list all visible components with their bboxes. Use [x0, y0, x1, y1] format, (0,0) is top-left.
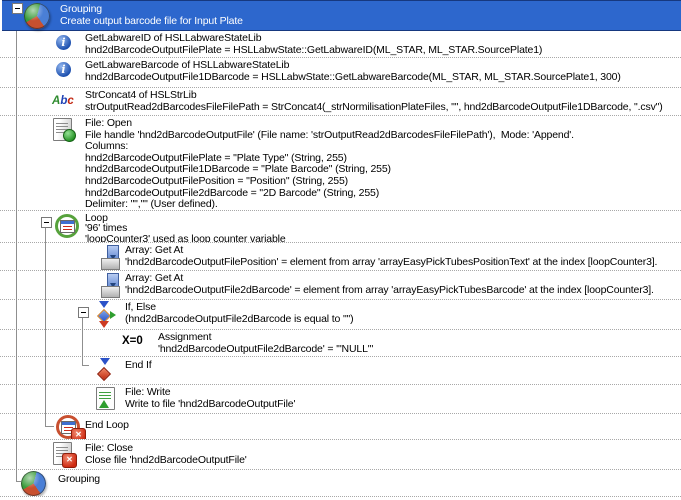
info-icon: i	[56, 62, 71, 77]
end-loop-row[interactable]: ✕ End Loop	[0, 414, 681, 440]
step-text: File: CloseClose file 'hnd2dBarcodeOutpu…	[85, 443, 247, 466]
step-text-line: File: Close	[85, 443, 247, 455]
step-text: File: OpenFile handle 'hnd2dBarcodeOutpu…	[85, 118, 574, 211]
if-else-icon	[96, 301, 116, 328]
end-if-row[interactable]: End If	[0, 357, 681, 385]
grouping-pie-icon	[24, 3, 50, 29]
file-write-icon	[96, 387, 115, 410]
assignment-row[interactable]: X=0 Assignment'hnd2dBarcodeOutputFile2dBa…	[0, 330, 681, 357]
step-text-line: 'loopCounter3' used as loop counter vari…	[85, 234, 286, 243]
tree-line-loop-elbow	[45, 426, 54, 427]
step-text: Loop'96' times'loopCounter3' used as loo…	[85, 213, 286, 243]
group-title: Grouping	[60, 4, 243, 16]
collapse-toggle-loop[interactable]	[41, 217, 52, 228]
array-icon	[99, 245, 122, 270]
step-text-line: End If	[125, 360, 152, 372]
group-description: Create output barcode file for Input Pla…	[60, 16, 243, 28]
file-open-row[interactable]: File: OpenFile handle 'hnd2dBarcodeOutpu…	[0, 116, 681, 211]
step-text-line: Array: Get At	[125, 245, 657, 257]
step-text-line: End Loop	[85, 420, 129, 432]
step-text: StrConcat4 of HSLStrLibstrOutputRead2dBa…	[85, 90, 663, 113]
step-text: End Loop	[85, 420, 129, 432]
end-if-icon	[97, 358, 111, 384]
file-open-icon	[53, 118, 72, 141]
grouping-header-row[interactable]: Grouping Create output barcode file for …	[2, 0, 681, 31]
step-text-line: If, Else	[125, 302, 353, 314]
grouping-end-row[interactable]: Grouping	[0, 470, 681, 497]
step-text-line: hnd2dBarcodeOutputFilePlate = HSLLabwSta…	[85, 45, 542, 57]
step-text-line: strOutputRead2dBarcodesFileFilePath = St…	[85, 102, 663, 114]
get-labware-id-row[interactable]: i GetLabwareID of HSLLabwareStateLibhnd2d…	[0, 31, 681, 58]
step-text: Array: Get At'hnd2dBarcodeOutputFilePosi…	[125, 245, 657, 268]
end-loop-icon: ✕	[56, 415, 80, 439]
abc-icon: Abc	[52, 95, 74, 107]
collapse-toggle-if-else[interactable]	[78, 307, 89, 318]
step-text-line: GetLabwareID of HSLLabwareStateLib	[85, 33, 542, 45]
step-text-line: File handle 'hnd2dBarcodeOutputFile' (Fi…	[85, 130, 574, 142]
tree-line-loop	[45, 226, 46, 426]
step-text-line: 'hnd2dBarcodeOutputFile2dBarcode' = elem…	[125, 285, 654, 297]
tree-line-if-elbow	[82, 365, 89, 366]
step-text: File: WriteWrite to file 'hnd2dBarcodeOu…	[125, 387, 295, 410]
step-text-line: hnd2dBarcodeOutputFilePosition = "Positi…	[85, 176, 574, 188]
step-text-line: Array: Get At	[125, 273, 654, 285]
step-text-line: (hnd2dBarcodeOutputFile2dBarcode is equa…	[125, 314, 353, 326]
loop-row[interactable]: Loop'96' times'loopCounter3' used as loo…	[0, 211, 681, 243]
str-concat4-row[interactable]: Abc StrConcat4 of HSLStrLibstrOutputRead2…	[0, 88, 681, 116]
step-text-line: 'hnd2dBarcodeOutputFile2dBarcode' = '"NU…	[158, 344, 373, 356]
step-text-line: Delimiter: "","" (User defined).	[85, 199, 574, 211]
if-else-row[interactable]: If, Else(hnd2dBarcodeOutputFile2dBarcode…	[0, 300, 681, 330]
step-list: iGetLabwareID of HSLLabwareStateLibhnd2d…	[0, 31, 681, 497]
tree-line-grouping-elbow	[16, 481, 21, 482]
tree-line-if	[82, 316, 83, 365]
assignment-icon: X=0	[122, 335, 143, 347]
step-text-line: File: Open	[85, 118, 574, 130]
step-text: If, Else(hnd2dBarcodeOutputFile2dBarcode…	[125, 302, 353, 325]
step-text-line: Assignment	[158, 332, 373, 344]
loop-icon	[55, 214, 79, 238]
step-text: Assignment'hnd2dBarcodeOutputFile2dBarco…	[158, 332, 373, 355]
array-get-at-1-row[interactable]: Array: Get At'hnd2dBarcodeOutputFilePosi…	[0, 243, 681, 271]
step-text: Array: Get At'hnd2dBarcodeOutputFile2dBa…	[125, 273, 654, 296]
step-text: GetLabwareBarcode of HSLLabwareStateLibh…	[85, 60, 621, 83]
step-text: Grouping	[58, 474, 100, 486]
tree-line-grouping	[16, 31, 17, 481]
info-icon: i	[56, 35, 71, 50]
step-text: GetLabwareID of HSLLabwareStateLibhnd2dB…	[85, 33, 542, 56]
step-text-line: File: Write	[125, 387, 295, 399]
get-labware-barcode-row[interactable]: i GetLabwareBarcode of HSLLabwareStateLib…	[0, 58, 681, 88]
file-close-icon: ✕	[53, 442, 72, 465]
step-text-line: Grouping	[58, 474, 100, 486]
group-header-text: Grouping Create output barcode file for …	[60, 4, 243, 27]
step-text-line: Close file 'hnd2dBarcodeOutputFile'	[85, 455, 247, 467]
file-close-row[interactable]: ✕ File: CloseClose file 'hnd2dBarcodeOutp…	[0, 440, 681, 470]
collapse-toggle-grouping[interactable]	[12, 3, 23, 14]
grouping-pie-icon	[21, 471, 46, 496]
step-text-line: 'hnd2dBarcodeOutputFilePosition' = eleme…	[125, 257, 657, 269]
array-icon	[99, 273, 122, 298]
step-text-line: GetLabwareBarcode of HSLLabwareStateLib	[85, 60, 621, 72]
step-text-line: StrConcat4 of HSLStrLib	[85, 90, 663, 102]
method-editor-canvas: Grouping Create output barcode file for …	[0, 0, 681, 500]
file-write-row[interactable]: File: WriteWrite to file 'hnd2dBarcodeOu…	[0, 385, 681, 414]
step-text-line: hnd2dBarcodeOutputFile1DBarcode = HSLLab…	[85, 72, 621, 84]
step-text-line: Write to file 'hnd2dBarcodeOutputFile'	[125, 399, 295, 411]
array-get-at-2-row[interactable]: Array: Get At'hnd2dBarcodeOutputFile2dBa…	[0, 271, 681, 300]
step-text: End If	[125, 360, 152, 372]
